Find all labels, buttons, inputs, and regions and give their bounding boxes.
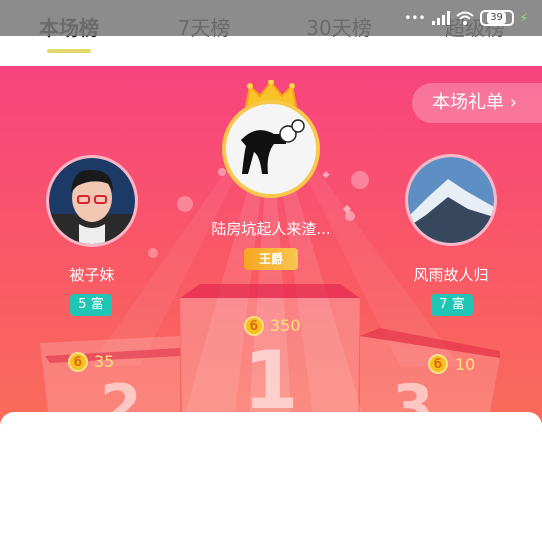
coin-icon: б <box>428 354 448 374</box>
second-place-score: 35 <box>94 352 115 371</box>
second-place-avatar[interactable] <box>46 155 138 247</box>
second-place-name: 被子妹 <box>69 266 115 284</box>
wifi-icon <box>455 11 474 25</box>
status-icons: ••• 39 ⚡ <box>404 8 528 28</box>
avatar-image <box>226 104 316 194</box>
charging-icon: ⚡ <box>519 11 528 25</box>
avatar-image <box>49 158 135 244</box>
first-place-score: 350 <box>270 316 301 335</box>
battery-level: 39 <box>487 12 506 24</box>
third-place-score: 10 <box>455 355 476 374</box>
first-place-name: 陆房坑起人来渣... <box>211 220 331 238</box>
coin-icon: б <box>68 352 88 372</box>
dots-icon: ••• <box>404 11 426 25</box>
title-badge: 王爵 <box>244 248 298 270</box>
coin-icon: б <box>244 316 264 336</box>
third-place-avatar[interactable] <box>405 154 497 246</box>
avatar-image <box>408 157 494 243</box>
third-place-wealth-badge: 7 富 <box>431 294 473 316</box>
second-place-wealth-badge: 5 富 <box>70 294 112 316</box>
gift-list-button[interactable]: 本场礼单 › <box>412 83 542 123</box>
third-place-name: 风雨故人归 <box>413 266 489 284</box>
signal-icon <box>431 11 450 25</box>
bottom-sheet <box>0 412 542 540</box>
active-tab-indicator <box>47 49 91 53</box>
battery-icon: 39 <box>479 10 514 26</box>
status-bar: ••• 39 ⚡ <box>0 0 542 36</box>
first-place-avatar[interactable] <box>222 100 320 198</box>
